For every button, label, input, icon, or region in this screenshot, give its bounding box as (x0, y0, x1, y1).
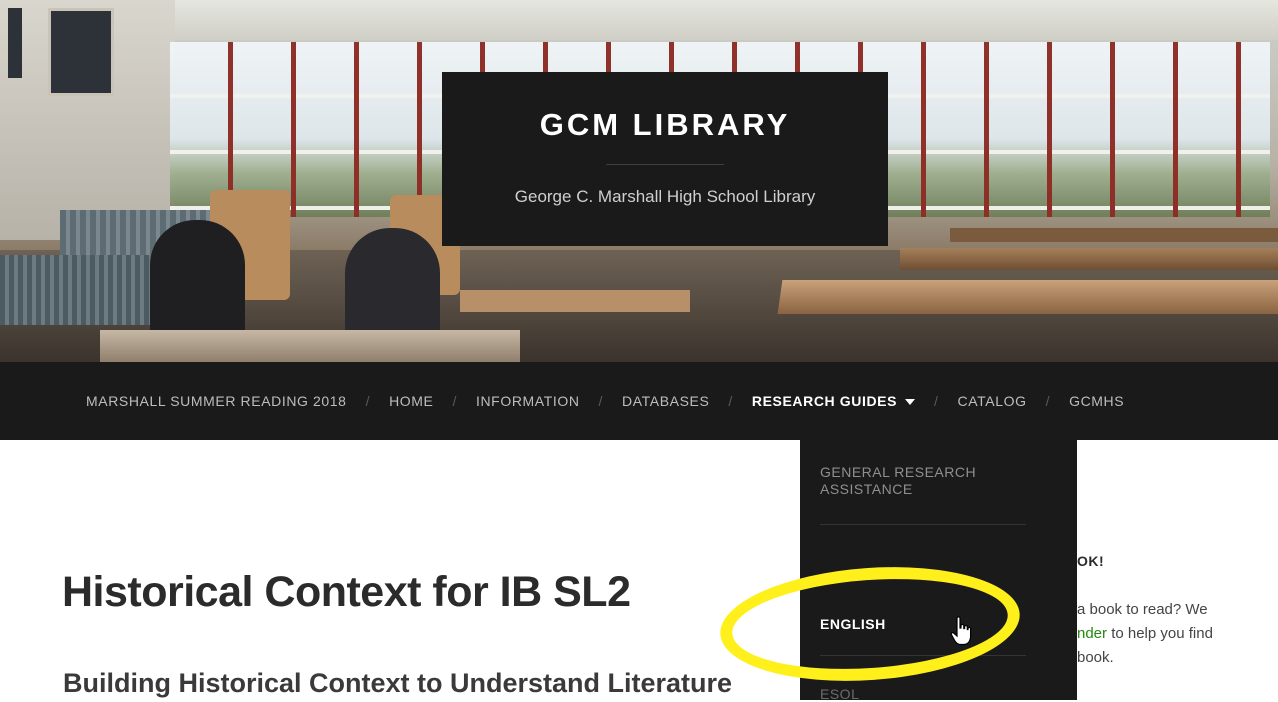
nav-separator-glyph: / (452, 393, 457, 409)
widget-text-part: a book to read? We (1077, 601, 1208, 618)
nav-separator: / (709, 393, 752, 409)
nav-separator: / (347, 393, 390, 409)
nav-item-summer-reading[interactable]: MARSHALL SUMMER READING 2018 (86, 393, 347, 409)
nav-separator-glyph: / (728, 393, 733, 409)
nav-menu: MARSHALL SUMMER READING 2018 / HOME / IN… (86, 393, 1124, 409)
widget-text-part: book. (1077, 649, 1114, 666)
hero-table-far (950, 228, 1278, 242)
nav-separator: / (433, 393, 476, 409)
dropdown-item-english[interactable]: ENGLISH (820, 616, 1026, 632)
caret-down-icon[interactable] (905, 399, 916, 405)
hero-board-left (8, 8, 22, 78)
nav-link-summer-reading[interactable]: MARSHALL SUMMER READING 2018 (86, 393, 347, 409)
hero-table-near (777, 280, 1278, 314)
nav-separator: / (1027, 393, 1070, 409)
hero-table-front (100, 330, 520, 362)
nav-link-databases[interactable]: DATABASES (622, 393, 709, 409)
hand-pointer-icon (950, 616, 972, 646)
nav-link-catalog[interactable]: CATALOG (958, 393, 1027, 409)
nav-separator: / (915, 393, 958, 409)
widget-text: a book to read? We nder to help you find… (1077, 598, 1277, 670)
site-title-link[interactable]: GCM LIBRARY (442, 107, 888, 143)
hero-table-mid (900, 248, 1278, 270)
page-title: Historical Context for IB SL2 (62, 568, 631, 616)
dropdown-divider (820, 655, 1026, 656)
nav-separator-glyph: / (934, 393, 939, 409)
research-guides-dropdown: GENERAL RESEARCH ASSISTANCE ENGLISH ESOL (800, 440, 1077, 702)
nav-link-home[interactable]: HOME (389, 393, 433, 409)
dropdown-divider (820, 524, 1026, 525)
nav-separator-glyph: / (1045, 393, 1051, 409)
widget-title: OK! (1077, 553, 1105, 569)
nav-link-research-guides[interactable]: RESEARCH GUIDES (752, 393, 897, 409)
nav-item-home[interactable]: HOME (389, 393, 433, 409)
nav-separator: / (580, 393, 623, 409)
nav-link-gcmhs[interactable]: GCMHS (1069, 393, 1124, 409)
hero-ceiling (0, 0, 1278, 40)
nav-separator-glyph: / (365, 393, 371, 409)
dropdown-item-general-research[interactable]: GENERAL RESEARCH ASSISTANCE (820, 464, 1026, 498)
nav-item-research-guides[interactable]: RESEARCH GUIDES (752, 393, 916, 409)
book-finder-link[interactable]: nder (1077, 625, 1107, 642)
primary-nav: MARSHALL SUMMER READING 2018 / HOME / IN… (0, 362, 1278, 440)
nav-item-gcmhs[interactable]: GCMHS (1069, 393, 1124, 409)
site-branding: GCM LIBRARY George C. Marshall High Scho… (442, 72, 888, 246)
nav-item-information[interactable]: INFORMATION (476, 393, 580, 409)
nav-link-information[interactable]: INFORMATION (476, 393, 580, 409)
nav-separator-glyph: / (598, 393, 604, 409)
nav-item-databases[interactable]: DATABASES (622, 393, 709, 409)
hero-board (48, 8, 114, 96)
site-tagline: George C. Marshall High School Library (514, 187, 816, 206)
widget-text-part: to help you find (1107, 625, 1213, 642)
hero-shelf-front (0, 255, 160, 325)
page-subtitle: Building Historical Context to Understan… (63, 668, 733, 698)
nav-item-catalog[interactable]: CATALOG (958, 393, 1027, 409)
hero-table-center (460, 290, 690, 312)
title-divider (606, 164, 724, 165)
